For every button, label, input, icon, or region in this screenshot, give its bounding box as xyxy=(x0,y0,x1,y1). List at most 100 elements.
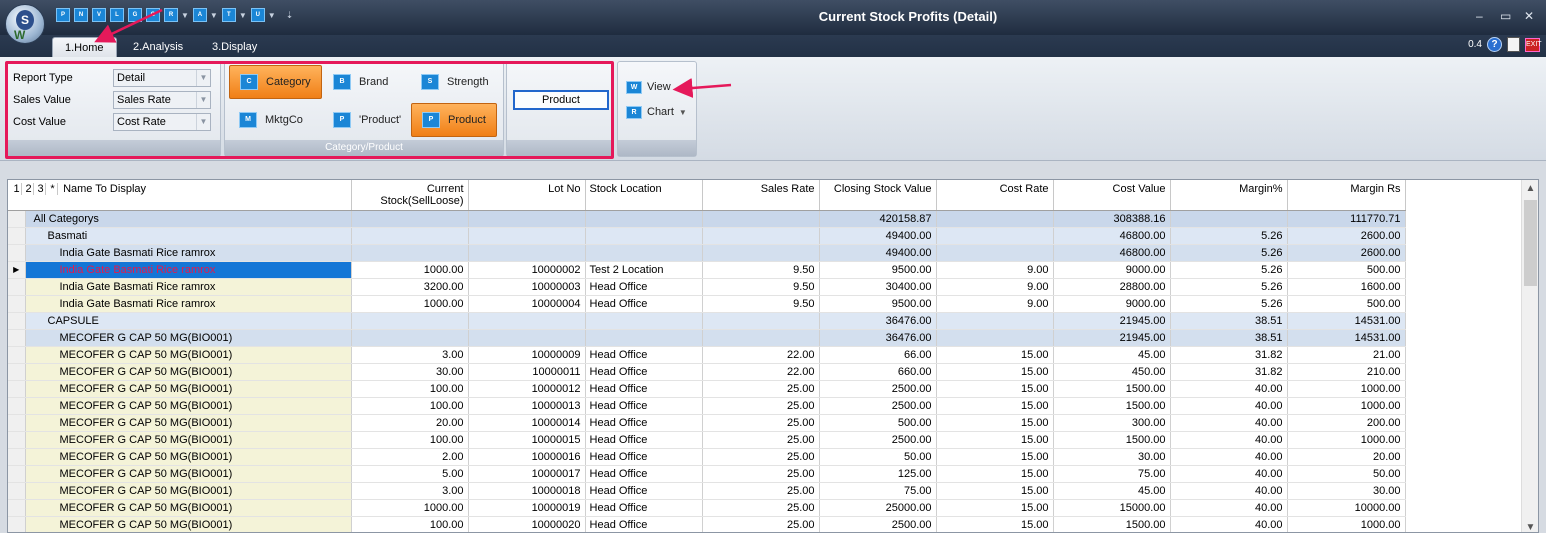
cell-margin-rs[interactable]: 1000.00 xyxy=(1287,431,1406,449)
cell-cost-rate[interactable] xyxy=(936,227,1054,245)
cell-margin-rs[interactable]: 1000.00 xyxy=(1287,397,1406,415)
cell-cost-rate[interactable]: 15.00 xyxy=(936,482,1054,500)
data-grid[interactable]: 1 2 3 * Name To Display Current Stock(SellLo… xyxy=(7,179,1539,533)
cell-stock[interactable]: 1000.00 xyxy=(351,261,469,279)
cell-cost-value[interactable]: 46800.00 xyxy=(1053,244,1171,262)
cell-margin-pct[interactable]: 5.26 xyxy=(1170,261,1288,279)
cell-stock[interactable] xyxy=(351,210,469,228)
cell-margin-rs[interactable]: 21.00 xyxy=(1287,346,1406,364)
cell-margin-rs[interactable]: 14531.00 xyxy=(1287,329,1406,347)
name-column-header[interactable]: 1 2 3 * Name To Display xyxy=(8,180,352,211)
cell-loc[interactable] xyxy=(585,312,703,330)
table-row[interactable]: ▶ India Gate Basmati Rice ramrox 1000.00 10… xyxy=(8,261,1406,279)
cell-stock[interactable]: 100.00 xyxy=(351,431,469,449)
close-button[interactable]: ✕ xyxy=(1524,9,1534,23)
cell-closing[interactable]: 25000.00 xyxy=(819,499,937,517)
cell-margin-rs[interactable]: 500.00 xyxy=(1287,261,1406,279)
cell-margin-rs[interactable]: 111770.71 xyxy=(1287,210,1406,228)
cell-margin-rs[interactable]: 1000.00 xyxy=(1287,380,1406,398)
quick-access-button[interactable]: U ▼ xyxy=(250,7,276,23)
cell-lot[interactable]: 10000017 xyxy=(468,465,586,483)
cell-sales[interactable]: 25.00 xyxy=(702,448,820,466)
quick-access-button[interactable]: G xyxy=(128,7,142,23)
cell-lot[interactable]: 10000014 xyxy=(468,414,586,432)
cell-cost-value[interactable]: 15000.00 xyxy=(1053,499,1171,517)
cell-lot[interactable] xyxy=(468,227,586,245)
row-selector[interactable] xyxy=(8,448,26,466)
chevron-down-icon[interactable]: ▼ xyxy=(239,11,247,20)
view-button[interactable]: W View xyxy=(618,76,679,98)
cell-stock[interactable]: 100.00 xyxy=(351,380,469,398)
cell-loc[interactable]: Head Office xyxy=(585,295,703,313)
maximize-button[interactable]: ▭ xyxy=(1500,9,1511,23)
chevron-down-icon[interactable]: ▼ xyxy=(181,11,189,20)
sales-value-combo[interactable]: Sales Rate ▼ xyxy=(113,91,211,109)
margin-pct-column-header[interactable]: Margin% xyxy=(1170,180,1288,211)
cell-margin-pct[interactable]: 31.82 xyxy=(1170,346,1288,364)
cell-closing[interactable]: 500.00 xyxy=(819,414,937,432)
cell-cost-rate[interactable]: 15.00 xyxy=(936,516,1054,532)
cell-cost-rate[interactable]: 9.00 xyxy=(936,278,1054,296)
cell-name[interactable]: MECOFER G CAP 50 MG(BIO001) xyxy=(25,346,352,364)
cell-margin-pct[interactable]: 40.00 xyxy=(1170,397,1288,415)
vertical-scrollbar[interactable]: ▲ ▼ xyxy=(1521,180,1538,532)
cell-cost-value[interactable]: 45.00 xyxy=(1053,346,1171,364)
cell-closing[interactable]: 36476.00 xyxy=(819,329,937,347)
cell-sales[interactable]: 25.00 xyxy=(702,380,820,398)
cell-cost-rate[interactable]: 15.00 xyxy=(936,448,1054,466)
cell-cost-rate[interactable]: 15.00 xyxy=(936,363,1054,381)
row-selector[interactable] xyxy=(8,210,26,228)
cell-cost-value[interactable]: 308388.16 xyxy=(1053,210,1171,228)
cell-cost-value[interactable]: 45.00 xyxy=(1053,482,1171,500)
cell-margin-rs[interactable]: 10000.00 xyxy=(1287,499,1406,517)
cell-loc[interactable]: Head Office xyxy=(585,448,703,466)
row-selector[interactable] xyxy=(8,516,26,532)
cell-closing[interactable]: 36476.00 xyxy=(819,312,937,330)
product-button[interactable]: P Product xyxy=(411,103,497,137)
row-selector[interactable] xyxy=(8,414,26,432)
table-row[interactable]: MECOFER G CAP 50 MG(BIO001) 100.00 1000002… xyxy=(8,516,1406,532)
cell-sales[interactable] xyxy=(702,244,820,262)
cell-stock[interactable] xyxy=(351,244,469,262)
cell-lot[interactable]: 10000012 xyxy=(468,380,586,398)
cell-sales[interactable] xyxy=(702,329,820,347)
cell-stock[interactable]: 100.00 xyxy=(351,516,469,532)
quick-access-button[interactable]: T ▼ xyxy=(221,7,247,23)
cell-lot[interactable]: 10000003 xyxy=(468,278,586,296)
cell-sales[interactable] xyxy=(702,227,820,245)
table-row[interactable]: MECOFER G CAP 50 MG(BIO001) 2.00 10000016 H… xyxy=(8,448,1406,466)
cell-margin-rs[interactable]: 200.00 xyxy=(1287,414,1406,432)
cell-lot[interactable]: 10000015 xyxy=(468,431,586,449)
table-row[interactable]: MECOFER G CAP 50 MG(BIO001) 30.00 10000011… xyxy=(8,363,1406,381)
table-row[interactable]: Basmati 49400.00 46800.00 5.26 2600.00 xyxy=(8,227,1406,245)
row-selector[interactable] xyxy=(8,465,26,483)
row-selector[interactable] xyxy=(8,346,26,364)
quick-access-button[interactable]: P xyxy=(56,7,70,23)
strength-button[interactable]: S Strength xyxy=(411,65,499,99)
cell-margin-rs[interactable]: 1600.00 xyxy=(1287,278,1406,296)
closing-value-column-header[interactable]: Closing Stock Value xyxy=(819,180,937,211)
chart-button[interactable]: R Chart ▼ xyxy=(618,101,695,123)
table-row[interactable]: MECOFER G CAP 50 MG(BIO001) 1000.00 100000… xyxy=(8,499,1406,517)
table-row[interactable]: India Gate Basmati Rice ramrox 1000.00 100… xyxy=(8,295,1406,313)
cell-sales[interactable]: 25.00 xyxy=(702,414,820,432)
cell-sales[interactable]: 9.50 xyxy=(702,278,820,296)
cell-sales[interactable]: 9.50 xyxy=(702,261,820,279)
cell-cost-rate[interactable]: 15.00 xyxy=(936,499,1054,517)
cell-stock[interactable]: 5.00 xyxy=(351,465,469,483)
cell-margin-pct[interactable]: 40.00 xyxy=(1170,499,1288,517)
cell-sales[interactable]: 9.50 xyxy=(702,295,820,313)
cell-margin-pct[interactable] xyxy=(1170,210,1288,228)
cell-lot[interactable]: 10000020 xyxy=(468,516,586,532)
cell-sales[interactable]: 25.00 xyxy=(702,465,820,483)
cell-name[interactable]: MECOFER G CAP 50 MG(BIO001) xyxy=(25,414,352,432)
cell-margin-pct[interactable]: 40.00 xyxy=(1170,448,1288,466)
cell-name[interactable]: India Gate Basmati Rice ramrox xyxy=(25,261,352,279)
row-selector[interactable] xyxy=(8,397,26,415)
cell-sales[interactable]: 25.00 xyxy=(702,431,820,449)
cell-margin-rs[interactable]: 50.00 xyxy=(1287,465,1406,483)
row-selector[interactable] xyxy=(8,244,26,262)
table-row[interactable]: MECOFER G CAP 50 MG(BIO001) 36476.00 21945… xyxy=(8,329,1406,347)
cell-stock[interactable]: 3200.00 xyxy=(351,278,469,296)
cell-stock[interactable]: 30.00 xyxy=(351,363,469,381)
